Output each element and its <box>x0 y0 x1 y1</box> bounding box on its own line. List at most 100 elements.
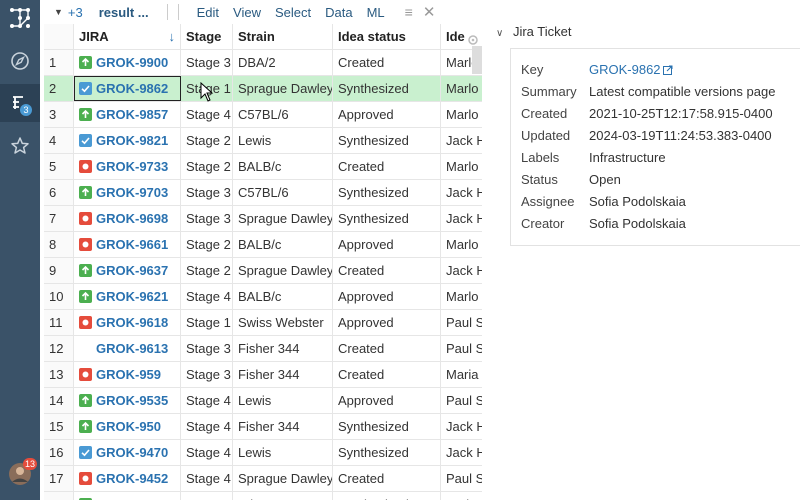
cell-strain[interactable]: Lewis <box>233 128 333 153</box>
cell-stage[interactable]: Stage 4 <box>181 492 233 500</box>
hamburger-menu-icon[interactable]: ≡ <box>405 4 413 20</box>
collapse-chevron-icon[interactable]: ∨ <box>496 28 503 39</box>
cell-idea-status[interactable]: Created <box>333 50 441 75</box>
cell-jira[interactable]: GROK-959 <box>74 362 181 387</box>
row-number[interactable]: 14 <box>44 388 74 413</box>
table-row[interactable]: 1 GROK-9900 Stage 3 DBA/2 Created Marlo <box>44 50 482 76</box>
cell-stage[interactable]: Stage 4 <box>181 440 233 465</box>
menu-ml[interactable]: ML <box>367 5 385 20</box>
cell-strain[interactable]: C57BL/6 <box>233 102 333 127</box>
cell-idea-status[interactable]: Created <box>333 362 441 387</box>
vertical-scrollbar[interactable] <box>472 46 482 74</box>
row-number[interactable]: 4 <box>44 128 74 153</box>
jira-key-link[interactable]: GROK-9862 <box>96 81 168 96</box>
jira-key-link[interactable]: GROK-9613 <box>96 341 168 356</box>
cell-jira[interactable]: GROK-9613 <box>74 336 181 361</box>
expand-caret-icon[interactable]: ▼ <box>54 7 63 17</box>
cell-jira[interactable]: GROK-9857 <box>74 102 181 127</box>
cell-jira[interactable]: GROK-9452 <box>74 466 181 491</box>
cell-idea[interactable]: Jack H <box>441 206 482 231</box>
cell-idea-status[interactable]: Synthesized <box>333 206 441 231</box>
cell-stage[interactable]: Stage 2 <box>181 258 233 283</box>
cell-idea-status[interactable]: Synthesized <box>333 492 441 500</box>
cell-strain[interactable]: Lewis <box>233 388 333 413</box>
cell-jira[interactable]: GROK-9698 <box>74 206 181 231</box>
row-number[interactable]: 16 <box>44 440 74 465</box>
table-row[interactable]: 6 GROK-9703 Stage 3 C57BL/6 Synthesized Jack … <box>44 180 482 206</box>
table-row[interactable]: 13 GROK-959 Stage 3 Fisher 344 Created Maria <box>44 362 482 388</box>
jira-key-link[interactable]: GROK-9621 <box>96 289 168 304</box>
table-row[interactable]: 14 GROK-9535 Stage 4 Lewis Approved Paul S <box>44 388 482 414</box>
menu-data[interactable]: Data <box>325 5 352 20</box>
table-row[interactable]: 4 GROK-9821 Stage 2 Lewis Synthesized Jack H <box>44 128 482 154</box>
cell-strain[interactable]: C57BL/6 <box>233 180 333 205</box>
cell-strain[interactable]: Fisher 344 <box>233 336 333 361</box>
cell-idea[interactable]: Marlo <box>441 232 482 257</box>
cell-idea-status[interactable]: Synthesized <box>333 414 441 439</box>
cell-idea-status[interactable]: Approved <box>333 232 441 257</box>
cell-stage[interactable]: Stage 3 <box>181 362 233 387</box>
row-number[interactable]: 3 <box>44 102 74 127</box>
datagrok-logo-icon[interactable] <box>0 0 40 36</box>
row-number[interactable]: 1 <box>44 50 74 75</box>
column-header-stage[interactable]: Stage <box>181 24 233 49</box>
cell-jira[interactable]: GROK-9470 <box>74 440 181 465</box>
cell-strain[interactable]: DBA/2 <box>233 50 333 75</box>
row-number[interactable]: 17 <box>44 466 74 491</box>
cell-strain[interactable]: Lewis <box>233 440 333 465</box>
cell-strain[interactable]: BALB/c <box>233 154 333 179</box>
cell-stage[interactable]: Stage 4 <box>181 388 233 413</box>
sort-arrow-icon[interactable]: ↓ <box>169 24 176 49</box>
cell-idea[interactable]: Marlo <box>441 76 482 101</box>
cell-idea[interactable]: Paul S <box>441 310 482 335</box>
cell-idea-status[interactable]: Created <box>333 154 441 179</box>
cell-strain[interactable]: Swiss Webster <box>233 310 333 335</box>
row-number[interactable]: 5 <box>44 154 74 179</box>
row-number[interactable]: 10 <box>44 284 74 309</box>
cell-idea-status[interactable]: Created <box>333 466 441 491</box>
cell-stage[interactable]: Stage 4 <box>181 102 233 127</box>
cell-stage[interactable]: Stage 4 <box>181 284 233 309</box>
menu-view[interactable]: View <box>233 5 261 20</box>
cell-idea[interactable]: Paul S <box>441 336 482 361</box>
jira-key-link[interactable]: GROK-9857 <box>96 107 168 122</box>
table-row[interactable]: 15 GROK-950 Stage 4 Fisher 344 Synthesized Ja… <box>44 414 482 440</box>
data-grid[interactable]: JIRA ↓ Stage Strain Idea status Ide 1 GRO… <box>44 24 482 500</box>
cell-stage[interactable]: Stage 1 <box>181 310 233 335</box>
cell-stage[interactable]: Stage 4 <box>181 414 233 439</box>
cell-strain[interactable]: BALB/c <box>233 284 333 309</box>
jira-key-link[interactable]: GROK-959 <box>96 367 161 382</box>
cell-idea[interactable]: Marlo <box>441 284 482 309</box>
column-header-jira[interactable]: JIRA ↓ <box>74 24 181 49</box>
table-name-tab[interactable]: result ... <box>99 5 149 20</box>
cell-strain[interactable]: BALB/c <box>233 232 333 257</box>
cell-idea[interactable]: Marlo <box>441 102 482 127</box>
cell-jira[interactable]: GROK-9703 <box>74 180 181 205</box>
cell-idea-status[interactable]: Approved <box>333 284 441 309</box>
jira-key-link[interactable]: GROK-9821 <box>96 133 168 148</box>
jira-ticket-section-header[interactable]: ∨ Jira Ticket <box>496 24 571 39</box>
cell-idea[interactable]: Jack H <box>441 440 482 465</box>
cell-jira[interactable]: GROK-9661 <box>74 232 181 257</box>
tables-icon[interactable]: 3 <box>0 84 40 122</box>
cell-jira[interactable]: GROK-9733 <box>74 154 181 179</box>
table-row[interactable]: 8 GROK-9661 Stage 2 BALB/c Approved Marlo <box>44 232 482 258</box>
jira-key-link[interactable]: GROK-9535 <box>96 393 168 408</box>
column-header-strain[interactable]: Strain <box>233 24 333 49</box>
row-number[interactable]: 12 <box>44 336 74 361</box>
cell-stage[interactable]: Stage 3 <box>181 50 233 75</box>
cell-stage[interactable]: Stage 3 <box>181 336 233 361</box>
cell-jira[interactable]: GROK-9900 <box>74 50 181 75</box>
cell-idea[interactable]: Paul S <box>441 388 482 413</box>
cell-stage[interactable]: Stage 4 <box>181 466 233 491</box>
cell-stage[interactable]: Stage 2 <box>181 128 233 153</box>
cell-idea-status[interactable]: Synthesized <box>333 128 441 153</box>
cell-idea[interactable]: Paul S <box>441 466 482 491</box>
table-row[interactable]: 18GROK-9448Stage 4WistarSynthesizedJack … <box>44 492 482 500</box>
table-row[interactable]: 11 GROK-9618 Stage 1 Swiss Webster Approved P… <box>44 310 482 336</box>
table-row[interactable]: 9 GROK-9637 Stage 2 Sprague Dawley Created Ja… <box>44 258 482 284</box>
external-link-icon[interactable] <box>662 65 673 75</box>
row-number[interactable]: 7 <box>44 206 74 231</box>
row-number[interactable]: 6 <box>44 180 74 205</box>
cell-idea[interactable]: Jack H <box>441 180 482 205</box>
